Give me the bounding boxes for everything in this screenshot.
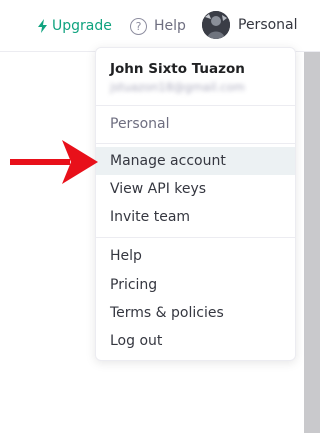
question-circle-icon: ? [130,17,147,35]
menu-divider [96,143,295,144]
menu-divider [96,105,295,106]
org-label: Personal [110,116,170,132]
help-item[interactable]: Help [96,242,295,270]
avatar [202,11,230,39]
menu-item-label: Terms & policies [110,305,224,321]
log-out-item[interactable]: Log out [96,327,295,355]
menu-item-label: Invite team [110,209,191,225]
account-dropdown-menu: John Sixto Tuazon jstuazon18@gmail.com P… [95,47,296,361]
menu-divider [96,237,295,238]
user-name: John Sixto Tuazon [110,61,245,77]
manage-account-item[interactable]: Manage account [96,147,295,175]
invite-team-item[interactable]: Invite team [96,203,295,231]
menu-item-label: Pricing [110,277,158,293]
user-email: jstuazon18@gmail.com [110,80,245,94]
upgrade-button[interactable]: Upgrade [37,16,112,36]
menu-item-label: View API keys [110,181,207,197]
red-arrow-annotation [10,140,98,184]
help-label: Help [154,18,186,34]
profile-label: Personal [238,17,298,33]
scrollbar[interactable] [304,52,320,433]
pricing-item[interactable]: Pricing [96,271,295,299]
lightning-bolt-icon [38,19,47,33]
top-bar: Upgrade ? Help Personal [0,0,320,52]
org-item-personal[interactable]: Personal [96,110,295,138]
help-button[interactable]: ? Help [130,16,186,36]
view-api-keys-item[interactable]: View API keys [96,175,295,203]
upgrade-label: Upgrade [52,18,112,34]
menu-item-label: Log out [110,333,163,349]
profile-menu-button[interactable]: Personal [202,11,298,39]
terms-policies-item[interactable]: Terms & policies [96,299,295,327]
menu-item-label: Help [110,248,142,264]
menu-item-label: Manage account [110,153,226,169]
